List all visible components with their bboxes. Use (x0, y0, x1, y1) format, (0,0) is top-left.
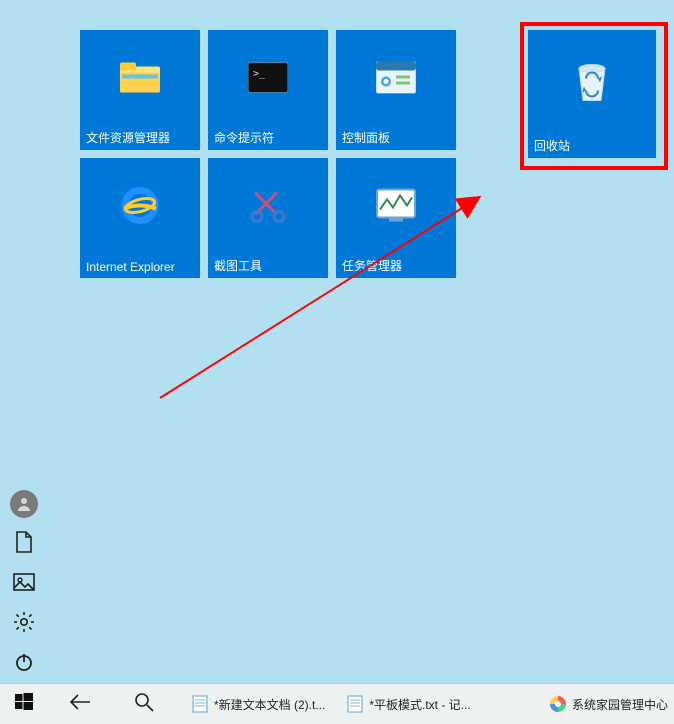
file-explorer-icon (120, 61, 160, 100)
start-button[interactable] (0, 684, 48, 724)
snipping-tool-icon (247, 185, 289, 232)
tile-snipping-tool[interactable]: 截图工具 (208, 158, 328, 278)
rail-power[interactable] (0, 644, 48, 684)
task-manager-icon (375, 188, 417, 229)
tile-label: 控制面板 (342, 129, 390, 146)
rail-settings[interactable] (0, 604, 48, 644)
start-left-rail (0, 484, 48, 684)
tile-label: 任务管理器 (342, 257, 402, 274)
notepad-icon (190, 694, 210, 714)
tile-label: Internet Explorer (86, 260, 175, 274)
tray-app[interactable]: 系统家园管理中心 (548, 684, 674, 724)
tile-file-explorer[interactable]: 文件资源管理器 (80, 30, 200, 150)
notepad-icon (345, 694, 365, 714)
rail-user[interactable] (0, 484, 48, 524)
tile-label: 回收站 (534, 137, 570, 154)
tile-label: 文件资源管理器 (86, 129, 170, 146)
tablet-start-screen: 文件资源管理器 >_ 命令提示符 (0, 0, 674, 724)
control-panel-icon (376, 62, 416, 99)
search-icon (134, 692, 154, 717)
document-icon (14, 531, 34, 558)
gear-icon (13, 611, 35, 638)
tile-recycle-bin[interactable]: 回收站 (528, 30, 656, 158)
search-button[interactable] (112, 684, 176, 724)
internet-explorer-icon (119, 185, 161, 232)
taskbar-item-notepad-2[interactable]: *平板模式.txt - 记... (343, 689, 476, 719)
pictures-icon (13, 573, 35, 596)
taskbar: *新建文本文档 (2).t... *平板模式.txt - 记... 系统家园管理… (0, 683, 674, 724)
taskbar-item-notepad-1[interactable]: *新建文本文档 (2).t... (188, 689, 331, 719)
back-button[interactable] (48, 684, 112, 724)
tile-label: 截图工具 (214, 257, 262, 274)
recycle-bin-icon (571, 58, 613, 109)
user-avatar-icon (10, 490, 38, 518)
tile-internet-explorer[interactable]: Internet Explorer (80, 158, 200, 278)
tile-task-manager[interactable]: 任务管理器 (336, 158, 456, 278)
power-icon (13, 651, 35, 678)
windows-logo-icon (15, 693, 33, 716)
rail-pictures[interactable] (0, 564, 48, 604)
rail-documents[interactable] (0, 524, 48, 564)
color-circle-icon (548, 694, 568, 714)
tile-command-prompt[interactable]: >_ 命令提示符 (208, 30, 328, 150)
command-prompt-icon: >_ (248, 63, 288, 98)
svg-text:>_: >_ (253, 69, 266, 80)
tile-control-panel[interactable]: 控制面板 (336, 30, 456, 150)
tray-label: 系统家园管理中心 (572, 696, 668, 713)
tile-label: 命令提示符 (214, 129, 274, 146)
taskbar-item-label: *新建文本文档 (2).t... (214, 696, 325, 713)
taskbar-item-label: *平板模式.txt - 记... (369, 696, 470, 713)
back-arrow-icon (69, 694, 91, 715)
